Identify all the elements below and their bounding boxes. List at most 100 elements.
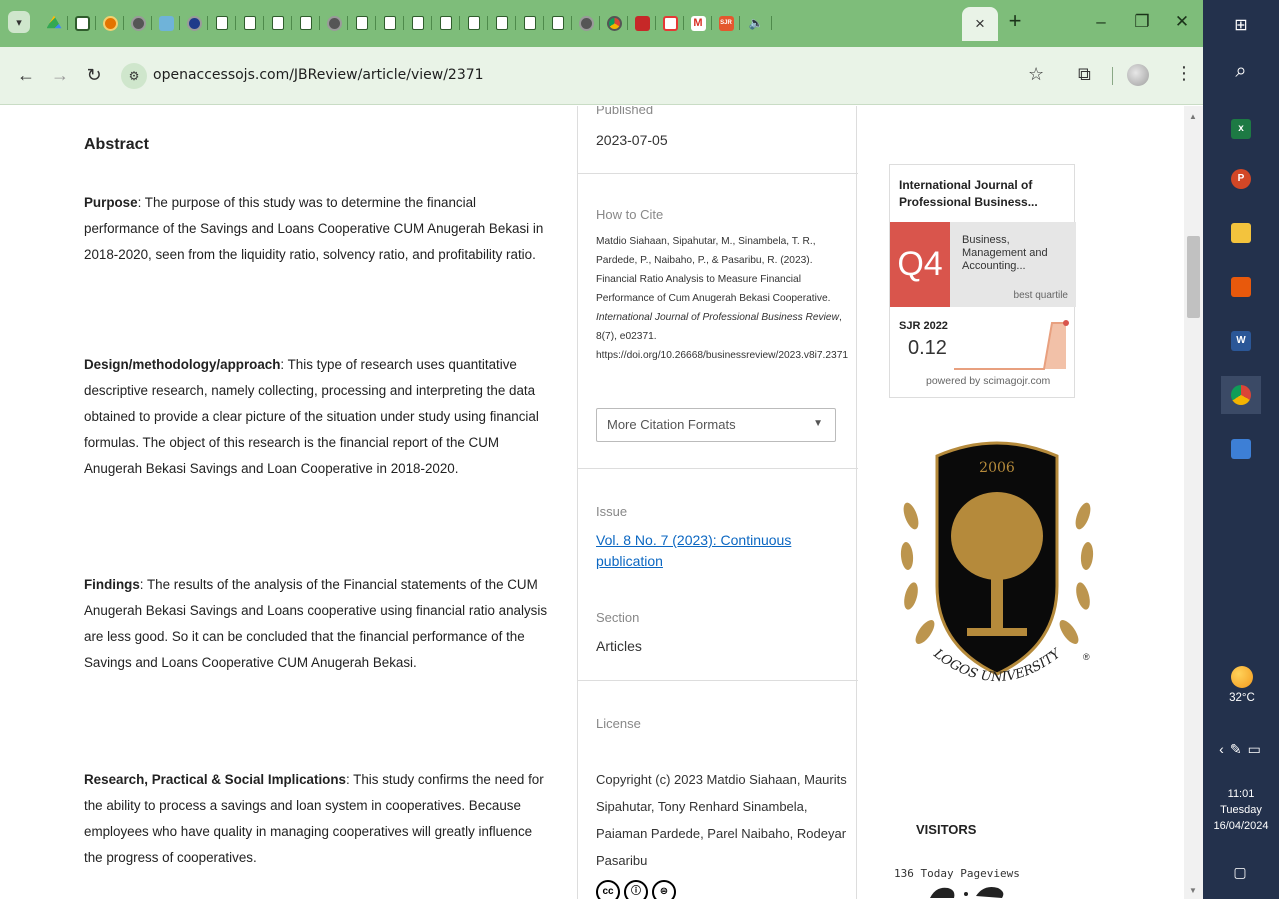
tab-doc[interactable] bbox=[488, 11, 516, 35]
logos-university-logo: 2006 LOGOS UNIVERSITY ® bbox=[900, 441, 1094, 685]
site-info-icon[interactable]: ⚙ bbox=[121, 63, 147, 89]
pen-icon[interactable]: ✎ bbox=[1230, 741, 1248, 757]
tab-globe[interactable] bbox=[180, 11, 208, 35]
tab-doc[interactable] bbox=[544, 11, 572, 35]
tab-doc[interactable] bbox=[348, 11, 376, 35]
weather-sun-icon bbox=[1231, 666, 1253, 688]
search-button[interactable]: ⌕ bbox=[1221, 52, 1261, 90]
chrome-app[interactable] bbox=[1221, 376, 1261, 414]
implications-paragraph: Research, Practical & Social Implication… bbox=[84, 767, 554, 871]
extensions-icon[interactable]: ⧉ bbox=[1078, 64, 1091, 85]
tab-doc[interactable] bbox=[404, 11, 432, 35]
tab-globe[interactable] bbox=[124, 11, 152, 35]
doc-icon bbox=[552, 16, 564, 30]
powerpoint-app[interactable]: P bbox=[1221, 160, 1261, 198]
sjr-widget[interactable]: International Journal of Professional Bu… bbox=[889, 164, 1076, 398]
doc-icon bbox=[496, 16, 508, 30]
acrobat-icon bbox=[662, 15, 678, 31]
excel-app[interactable]: x bbox=[1221, 110, 1261, 148]
doc-icon bbox=[524, 16, 536, 30]
close-window-button[interactable]: ✕ bbox=[1162, 8, 1202, 36]
sjr-icon: SJR bbox=[718, 15, 734, 31]
page-scrollbar[interactable]: ▲ ▼ bbox=[1184, 106, 1203, 899]
notification-icon[interactable]: ▢ bbox=[1229, 864, 1251, 884]
tab-doc[interactable] bbox=[208, 11, 236, 35]
chrome-icon bbox=[606, 15, 622, 31]
tab-audio[interactable]: 🔈 bbox=[740, 11, 772, 35]
published-label: Published bbox=[596, 106, 654, 117]
tab-doc[interactable] bbox=[292, 11, 320, 35]
sjr-value: 0.12 bbox=[908, 337, 947, 359]
toolbar-divider bbox=[1112, 67, 1113, 85]
weather-widget[interactable]: 32°C bbox=[1217, 666, 1267, 704]
tab-chrome[interactable] bbox=[600, 11, 628, 35]
profile-avatar[interactable] bbox=[1127, 64, 1149, 86]
doc-icon bbox=[384, 16, 396, 30]
sjr-powered-by: powered by scimagojr.com bbox=[926, 375, 1051, 387]
url-text[interactable]: openaccessojs.com/JBReview/article/view/… bbox=[153, 67, 484, 83]
gmail-icon: M bbox=[690, 15, 706, 31]
design-text: : This type of research uses quantitativ… bbox=[84, 357, 539, 476]
tab-drive[interactable] bbox=[40, 11, 68, 35]
drive-icon bbox=[46, 15, 62, 29]
file-explorer-app[interactable] bbox=[1221, 214, 1261, 252]
system-tray[interactable]: ‹✎▭ bbox=[1213, 741, 1273, 758]
tab-doc[interactable] bbox=[516, 11, 544, 35]
tab-doc[interactable] bbox=[68, 11, 96, 35]
address-bar[interactable]: ⚙ openaccessojs.com/JBReview/article/vie… bbox=[113, 59, 1193, 93]
tab-doc[interactable] bbox=[264, 11, 292, 35]
citation-text: Matdio Siahaan, Sipahutar, M., Sinambela… bbox=[596, 236, 849, 361]
minimize-button[interactable]: – bbox=[1081, 8, 1121, 36]
windows-icon: ⊞ bbox=[1234, 17, 1248, 34]
chrome-icon bbox=[1231, 385, 1251, 405]
globe-icon bbox=[130, 15, 146, 31]
calendar-app[interactable] bbox=[1221, 430, 1261, 468]
citation-format-select[interactable]: More Citation Formats ▼ bbox=[596, 408, 836, 442]
license-label: License bbox=[596, 716, 641, 731]
start-button[interactable]: ⊞ bbox=[1221, 6, 1261, 44]
reload-button[interactable]: ↻ bbox=[82, 63, 106, 87]
purpose-label: Purpose bbox=[84, 195, 138, 210]
tab-doc[interactable] bbox=[376, 11, 404, 35]
word-app[interactable]: W bbox=[1221, 322, 1261, 360]
new-tab-button[interactable]: + bbox=[1003, 10, 1027, 34]
doc-icon bbox=[244, 16, 256, 30]
tab-doc[interactable] bbox=[236, 11, 264, 35]
tab-globe[interactable] bbox=[320, 11, 348, 35]
tab-doc[interactable] bbox=[432, 11, 460, 35]
taskbar-clock[interactable]: 11:01 Tuesday 16/04/2024 bbox=[1207, 786, 1275, 834]
section-label: Section bbox=[596, 610, 640, 625]
tab-doc[interactable] bbox=[460, 11, 488, 35]
menu-kebab-icon[interactable]: ⋮ bbox=[1175, 63, 1193, 84]
sjr-trend-chart bbox=[954, 320, 1069, 370]
tab-reader[interactable] bbox=[628, 11, 656, 35]
active-tab[interactable]: × bbox=[962, 7, 998, 41]
scroll-down-icon[interactable]: ▼ bbox=[1189, 886, 1197, 895]
sjr-year-label: SJR 2022 bbox=[899, 320, 948, 332]
back-button[interactable]: ← bbox=[14, 63, 38, 87]
restore-button[interactable]: ❐ bbox=[1122, 8, 1162, 36]
tab-globe[interactable] bbox=[572, 11, 600, 35]
acrobat-app[interactable] bbox=[1221, 268, 1261, 306]
visitors-title: VISITORS bbox=[916, 822, 977, 837]
tab-gmail[interactable]: M bbox=[684, 11, 712, 35]
tab-acrobat[interactable] bbox=[656, 11, 684, 35]
bookmark-star-icon[interactable]: ☆ bbox=[1028, 64, 1044, 85]
forward-button[interactable]: → bbox=[48, 63, 72, 87]
scroll-thumb[interactable] bbox=[1187, 236, 1200, 318]
visitors-count: 136 Today Pageviews bbox=[894, 867, 1020, 880]
tab-blogger[interactable] bbox=[96, 11, 124, 35]
scroll-up-icon[interactable]: ▲ bbox=[1189, 112, 1197, 121]
sjr-quartile: Q4 bbox=[890, 222, 950, 307]
cc-license-badge[interactable]: cc ⓘ ⊜ bbox=[596, 880, 676, 899]
tab-user[interactable] bbox=[152, 11, 180, 35]
network-icon[interactable]: ▭ bbox=[1248, 741, 1267, 757]
close-tab-icon[interactable]: × bbox=[975, 14, 985, 34]
cc-icon: cc bbox=[596, 880, 620, 899]
issue-link[interactable]: Vol. 8 No. 7 (2023): Continuous publicat… bbox=[596, 530, 816, 572]
browser-toolbar: ← → ↻ ⚙ openaccessojs.com/JBReview/artic… bbox=[0, 47, 1203, 105]
chevron-left-icon[interactable]: ‹ bbox=[1219, 741, 1230, 757]
tab-search-button[interactable]: ▾ bbox=[8, 11, 30, 33]
doc-icon bbox=[216, 16, 228, 30]
tab-sjr[interactable]: SJR bbox=[712, 11, 740, 35]
